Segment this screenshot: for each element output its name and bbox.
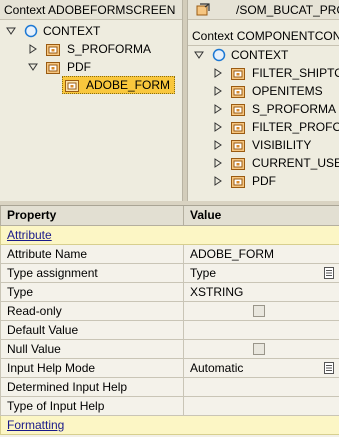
null-value-checkbox[interactable] — [253, 342, 265, 355]
context-node-icon — [231, 175, 245, 188]
collapse-triangle-icon[interactable] — [213, 158, 223, 168]
tree-item-label: CURRENT_USER — [252, 156, 339, 170]
type-value[interactable]: XSTRING — [183, 281, 339, 302]
context-node-icon — [231, 121, 245, 134]
formatting-group-link[interactable]: Formatting — [7, 418, 64, 432]
default-value-field[interactable] — [183, 319, 339, 340]
column-header-property[interactable]: Property — [0, 206, 184, 226]
expand-triangle-icon[interactable] — [6, 26, 16, 36]
property-table: Property Value Attribute Attribute Name … — [0, 206, 339, 435]
column-header-value[interactable]: Value — [183, 206, 339, 226]
tree-item-s-proforma[interactable]: S_PROFORMA — [213, 100, 336, 118]
tree-item-context[interactable]: CONTEXT — [6, 22, 100, 40]
context-node-icon — [231, 85, 245, 98]
tree-item-s-proforma[interactable]: S_PROFORMA — [28, 40, 151, 58]
attribute-icon — [65, 79, 79, 92]
property-name: Input Help Mode — [0, 357, 184, 378]
expand-triangle-icon[interactable] — [194, 50, 204, 60]
tree-item-openitems[interactable]: OPENITEMS — [213, 82, 323, 100]
property-row: Null Value — [0, 338, 339, 359]
context-node-icon — [231, 67, 245, 80]
context-node-icon — [231, 157, 245, 170]
property-name: Read-only — [0, 300, 184, 321]
component-path: /SOM_BUCAT_PROV — [236, 2, 339, 17]
property-row: Read-only — [0, 300, 339, 321]
tree-item-label: OPENITEMS — [252, 84, 323, 98]
tree-item-label: CONTEXT — [43, 24, 101, 38]
tree-item-label: VISIBILITY — [252, 138, 312, 152]
property-row: Attribute Name ADOBE_FORM — [0, 243, 339, 264]
input-help-mode-dropdown[interactable]: Automatic — [183, 357, 339, 378]
value-help-icon[interactable] — [324, 361, 334, 374]
tree-item-pdf[interactable]: PDF — [28, 58, 91, 76]
tree-item-current-user[interactable]: CURRENT_USER — [213, 154, 339, 172]
determined-input-help-field[interactable] — [183, 376, 339, 397]
tree-item-filter-shipto[interactable]: FILTER_SHIPTO — [213, 64, 339, 82]
property-name: Type — [0, 281, 184, 302]
property-row: Type XSTRING — [0, 281, 339, 302]
tree-item-adobe-form[interactable]: ADOBE_FORM — [62, 76, 176, 94]
collapse-triangle-icon[interactable] — [213, 86, 223, 96]
attribute-group-link[interactable]: Attribute — [7, 228, 52, 242]
group-row-attribute: Attribute — [0, 224, 339, 245]
tree-item-label: PDF — [67, 60, 91, 74]
dropdown-value: Type — [190, 265, 217, 280]
attribute-name-value[interactable]: ADOBE_FORM — [183, 243, 339, 264]
right-context-pane: /SOM_BUCAT_PROV Context COMPONENTCONTROL… — [187, 0, 339, 201]
dropdown-value: Automatic — [190, 360, 244, 375]
expand-triangle-icon[interactable] — [28, 62, 38, 72]
tree-item-label: PDF — [252, 174, 276, 188]
left-pane-title: Context ADOBEFORMSCREEN — [0, 0, 182, 20]
tree-item-context[interactable]: CONTEXT — [194, 46, 288, 64]
context-node-icon — [231, 139, 245, 152]
type-of-input-help-field[interactable] — [183, 395, 339, 416]
tree-item-label: FILTER_SHIPTO — [252, 66, 339, 80]
property-name: Attribute Name — [0, 243, 184, 264]
property-panel: Property Value Attribute Attribute Name … — [0, 205, 339, 437]
tree-item-label: S_PROFORMA — [67, 42, 152, 56]
context-node-icon — [46, 43, 60, 56]
type-assignment-dropdown[interactable]: Type — [183, 262, 339, 283]
property-row: Determined Input Help — [0, 376, 339, 397]
right-pane-title: Context COMPONENTCONTROLLER — [188, 26, 339, 46]
null-value-cell — [183, 338, 339, 359]
value-help-icon[interactable] — [324, 266, 334, 279]
tree-item-label: S_PROFORMA — [252, 102, 337, 116]
tree-item-visibility[interactable]: VISIBILITY — [213, 136, 311, 154]
context-circle-icon — [24, 24, 38, 38]
collapse-triangle-icon[interactable] — [213, 140, 223, 150]
tree-item-label: CONTEXT — [231, 48, 289, 62]
property-row: Type of Input Help — [0, 395, 339, 416]
tree-item-pdf[interactable]: PDF — [213, 172, 276, 190]
left-context-pane: Context ADOBEFORMSCREEN CONTEXT S_PROFOR… — [0, 0, 183, 201]
context-node-icon — [46, 61, 60, 74]
tree-item-label: ADOBE_FORM — [86, 78, 171, 92]
property-row: Input Help Mode Automatic — [0, 357, 339, 378]
property-row: Type assignment Type — [0, 262, 339, 283]
context-node-icon — [231, 103, 245, 116]
collapse-triangle-icon[interactable] — [213, 104, 223, 114]
property-row: Default Value — [0, 319, 339, 340]
collapse-triangle-icon[interactable] — [213, 176, 223, 186]
group-row-formatting: Formatting — [0, 414, 339, 435]
component-path-bar: /SOM_BUCAT_PROV — [188, 0, 339, 20]
tree-item-label: FILTER_PROFORMA — [252, 120, 339, 134]
property-name: Type of Input Help — [0, 395, 184, 416]
property-name: Null Value — [0, 338, 184, 359]
collapse-triangle-icon[interactable] — [213, 122, 223, 132]
tree-item-filter-proforma[interactable]: FILTER_PROFORMA — [213, 118, 339, 136]
read-only-cell — [183, 300, 339, 321]
property-name: Default Value — [0, 319, 184, 340]
component-drag-icon[interactable] — [196, 2, 210, 17]
collapse-triangle-icon[interactable] — [28, 44, 38, 54]
property-name: Determined Input Help — [0, 376, 184, 397]
context-circle-icon — [212, 48, 226, 62]
read-only-checkbox[interactable] — [253, 304, 265, 317]
property-name: Type assignment — [0, 262, 184, 283]
collapse-triangle-icon[interactable] — [213, 68, 223, 78]
